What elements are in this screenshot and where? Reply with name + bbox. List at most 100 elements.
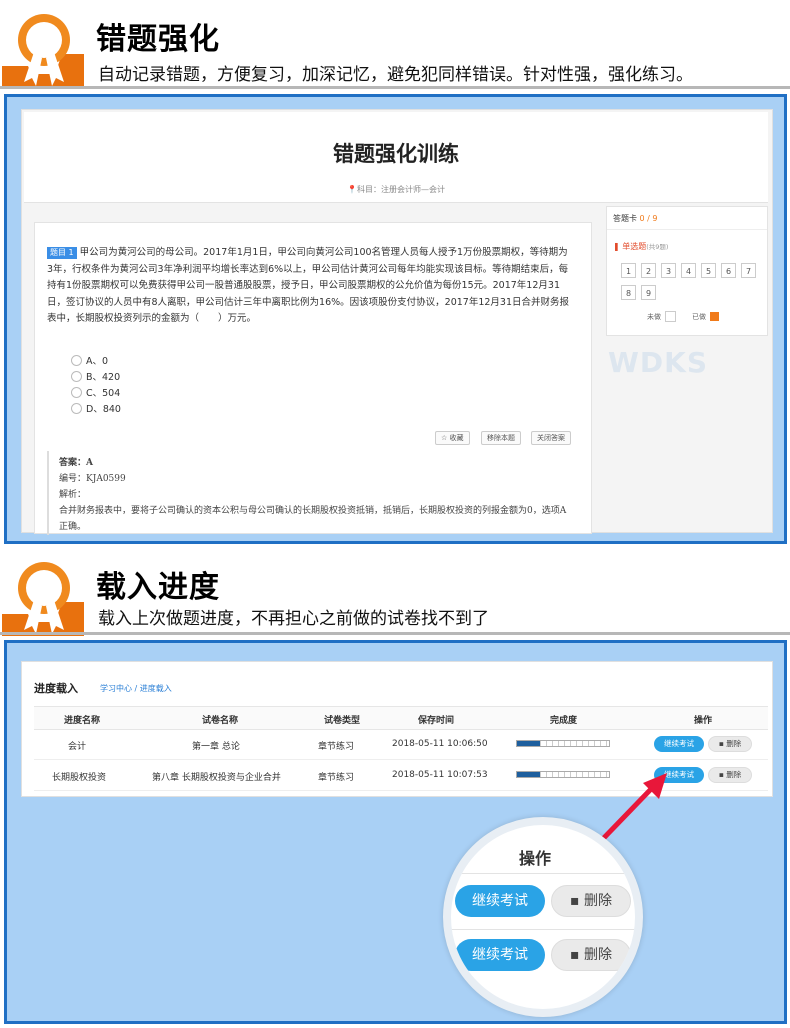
- legend: 未做 已做: [647, 311, 719, 322]
- question-number-4[interactable]: 4: [681, 263, 696, 278]
- answer-card-title: 答题卡: [613, 214, 637, 223]
- delete-button[interactable]: ▪ 删除: [708, 767, 752, 783]
- header-progress: 完成度: [550, 716, 578, 726]
- radio-button[interactable]: [71, 370, 82, 382]
- question-box: 题目 1 甲公司为黄河公司的母公司。2017年1月1日，甲公司向黄河公司100名管…: [34, 222, 592, 535]
- table-row: 会计 第一章 总论 章节练习 2018-05-11 10:06:50 继续考试 …: [34, 729, 768, 760]
- section2-rule: [0, 632, 790, 635]
- quiz-page: 错题强化训练 📍科目：注册会计师—会计 题目 1 甲公司为黄河公司的母公司。201…: [21, 109, 773, 535]
- delete-button[interactable]: ▪ 删除: [708, 736, 752, 752]
- answer-label: 答案：A: [59, 458, 93, 468]
- question-number-9[interactable]: 9: [641, 285, 656, 300]
- legend-done-swatch: [710, 312, 719, 321]
- section-count: (共9题): [646, 243, 669, 251]
- option-label: B、420: [86, 372, 121, 383]
- zoom-delete-button: ▪ 删除: [551, 939, 631, 971]
- single-choice-heading: ❚ 单选题(共9题): [613, 242, 669, 251]
- page-title: 错题强化训练: [333, 142, 459, 166]
- header-paper: 试卷名称: [202, 716, 239, 726]
- zoom-header: 操作: [519, 849, 552, 868]
- delete-label: 删除: [726, 739, 742, 748]
- ribbon-badge-icon: [2, 14, 84, 88]
- subject-label: 📍科目：注册会计师—会计: [24, 184, 768, 195]
- trash-icon: ▪: [570, 893, 580, 909]
- question-number-6[interactable]: 6: [721, 263, 736, 278]
- watermark: WDKS: [608, 346, 708, 379]
- header-actions: 操作: [694, 716, 713, 726]
- question-number-7[interactable]: 7: [741, 263, 756, 278]
- ribbon-badge-icon: [2, 562, 84, 636]
- zoom-divider: [451, 873, 635, 874]
- zoom-continue-button: 继续考试: [455, 885, 545, 917]
- zoom-continue-button: 继续考试: [455, 939, 545, 971]
- legend-undone-label: 未做: [647, 312, 661, 321]
- row-name: 长期股权投资: [52, 773, 107, 783]
- row-type: 章节练习: [318, 742, 355, 752]
- question-number-3[interactable]: 3: [661, 263, 676, 278]
- question-text: 甲公司为黄河公司的母公司。2017年1月1日，甲公司向黄河公司100名管理人员每…: [47, 247, 570, 324]
- answer-card-divider: [607, 229, 767, 230]
- zoom-delete-label: 删除: [583, 947, 612, 963]
- subject-text: 科目：注册会计师—会计: [356, 185, 445, 194]
- progress-bar: [516, 740, 610, 747]
- answer-card-progress: 0 / 9: [639, 214, 658, 223]
- zoom-delete-button: ▪ 删除: [551, 885, 631, 917]
- progress-bar-fill: [517, 741, 540, 746]
- zoom-divider: [451, 929, 635, 930]
- section1-subtitle: 自动记录错题，方便复习，加深记忆，避免犯同样错误。针对性强，强化练习。: [98, 65, 693, 85]
- favorite-button[interactable]: ☆ 收藏: [435, 431, 470, 445]
- header-name: 进度名称: [64, 716, 101, 726]
- code-label: 编号：KJA0599: [59, 474, 126, 484]
- radio-button[interactable]: [71, 386, 82, 398]
- continue-exam-button[interactable]: 继续考试: [654, 736, 704, 752]
- section-label: 单选题: [622, 242, 647, 251]
- row-name: 会计: [68, 742, 87, 752]
- radio-button[interactable]: [71, 354, 82, 366]
- section1-rule: [0, 86, 790, 89]
- quiz-title-card: 错题强化训练 📍科目：注册会计师—会计: [24, 112, 768, 203]
- section1-title: 错题强化: [96, 22, 220, 57]
- radio-button[interactable]: [71, 402, 82, 414]
- section2-header: 载入进度 载入上次做题进度，不再担心之前做的试卷找不到了: [0, 548, 790, 638]
- wrong-question-panel: 错题强化训练 📍科目：注册会计师—会计 题目 1 甲公司为黄河公司的母公司。201…: [4, 94, 787, 544]
- question-number-1[interactable]: 1: [621, 263, 636, 278]
- option-label: D、840: [86, 404, 121, 415]
- answer-section: 答案：A 编号：KJA0599 解析： 合并财务报表中，要将子公司确认的资本公积…: [47, 451, 579, 535]
- breadcrumb[interactable]: 学习中心 / 进度载入: [100, 683, 172, 694]
- progress-title: 进度载入: [34, 682, 78, 695]
- option-b[interactable]: B、420: [71, 369, 120, 383]
- question-number-2[interactable]: 2: [641, 263, 656, 278]
- legend-done-label: 已做: [692, 312, 706, 321]
- zoom-delete-label: 删除: [583, 893, 612, 909]
- trash-icon: ▪: [718, 770, 724, 779]
- trash-icon: ▪: [718, 739, 724, 748]
- answer-card-header: 答题卡 0 / 9: [613, 213, 658, 224]
- remove-question-button[interactable]: 移除本题: [481, 431, 521, 445]
- table-header-row: 进度名称 试卷名称 试卷类型 保存时间 完成度 操作: [34, 706, 768, 730]
- section1-header: 错题强化 自动记录错题，方便复习，加深记忆，避免犯同样错误。针对性强，强化练习。: [0, 0, 790, 92]
- section2-subtitle: 载入上次做题进度，不再担心之前做的试卷找不到了: [98, 609, 489, 629]
- row-paper: 第八章 长期股权投资与企业合并: [152, 773, 281, 783]
- row-time: 2018-05-11 10:06:50: [392, 739, 488, 749]
- row-time: 2018-05-11 10:07:53: [392, 770, 488, 780]
- delete-label: 删除: [726, 770, 742, 779]
- option-label: A、0: [86, 356, 109, 367]
- header-type: 试卷类型: [324, 716, 361, 726]
- close-answer-button[interactable]: 关闭答案: [531, 431, 571, 445]
- row-type: 章节练习: [318, 773, 355, 783]
- option-c[interactable]: C、504: [71, 385, 120, 399]
- analysis-text: 合并财务报表中，要将子公司确认的资本公积与母公司确认的长期股权投资抵销，抵销后，…: [59, 506, 567, 532]
- question-number-8[interactable]: 8: [621, 285, 636, 300]
- header-time: 保存时间: [418, 716, 455, 726]
- option-label: C、504: [86, 388, 121, 399]
- trash-icon: ▪: [570, 947, 580, 963]
- analysis-label: 解析：: [59, 490, 87, 500]
- answer-card: 答题卡 0 / 9 ❚ 单选题(共9题) 1 2 3 4 5 6 7 8 9 未…: [606, 206, 768, 336]
- option-d[interactable]: D、840: [71, 401, 121, 415]
- row-paper: 第一章 总论: [192, 742, 240, 752]
- option-a[interactable]: A、0: [71, 353, 108, 367]
- question-number-tag: 题目 1: [47, 247, 77, 259]
- question-number-5[interactable]: 5: [701, 263, 716, 278]
- progress-bar-fill: [517, 772, 540, 777]
- location-pin-icon: 📍: [347, 185, 357, 194]
